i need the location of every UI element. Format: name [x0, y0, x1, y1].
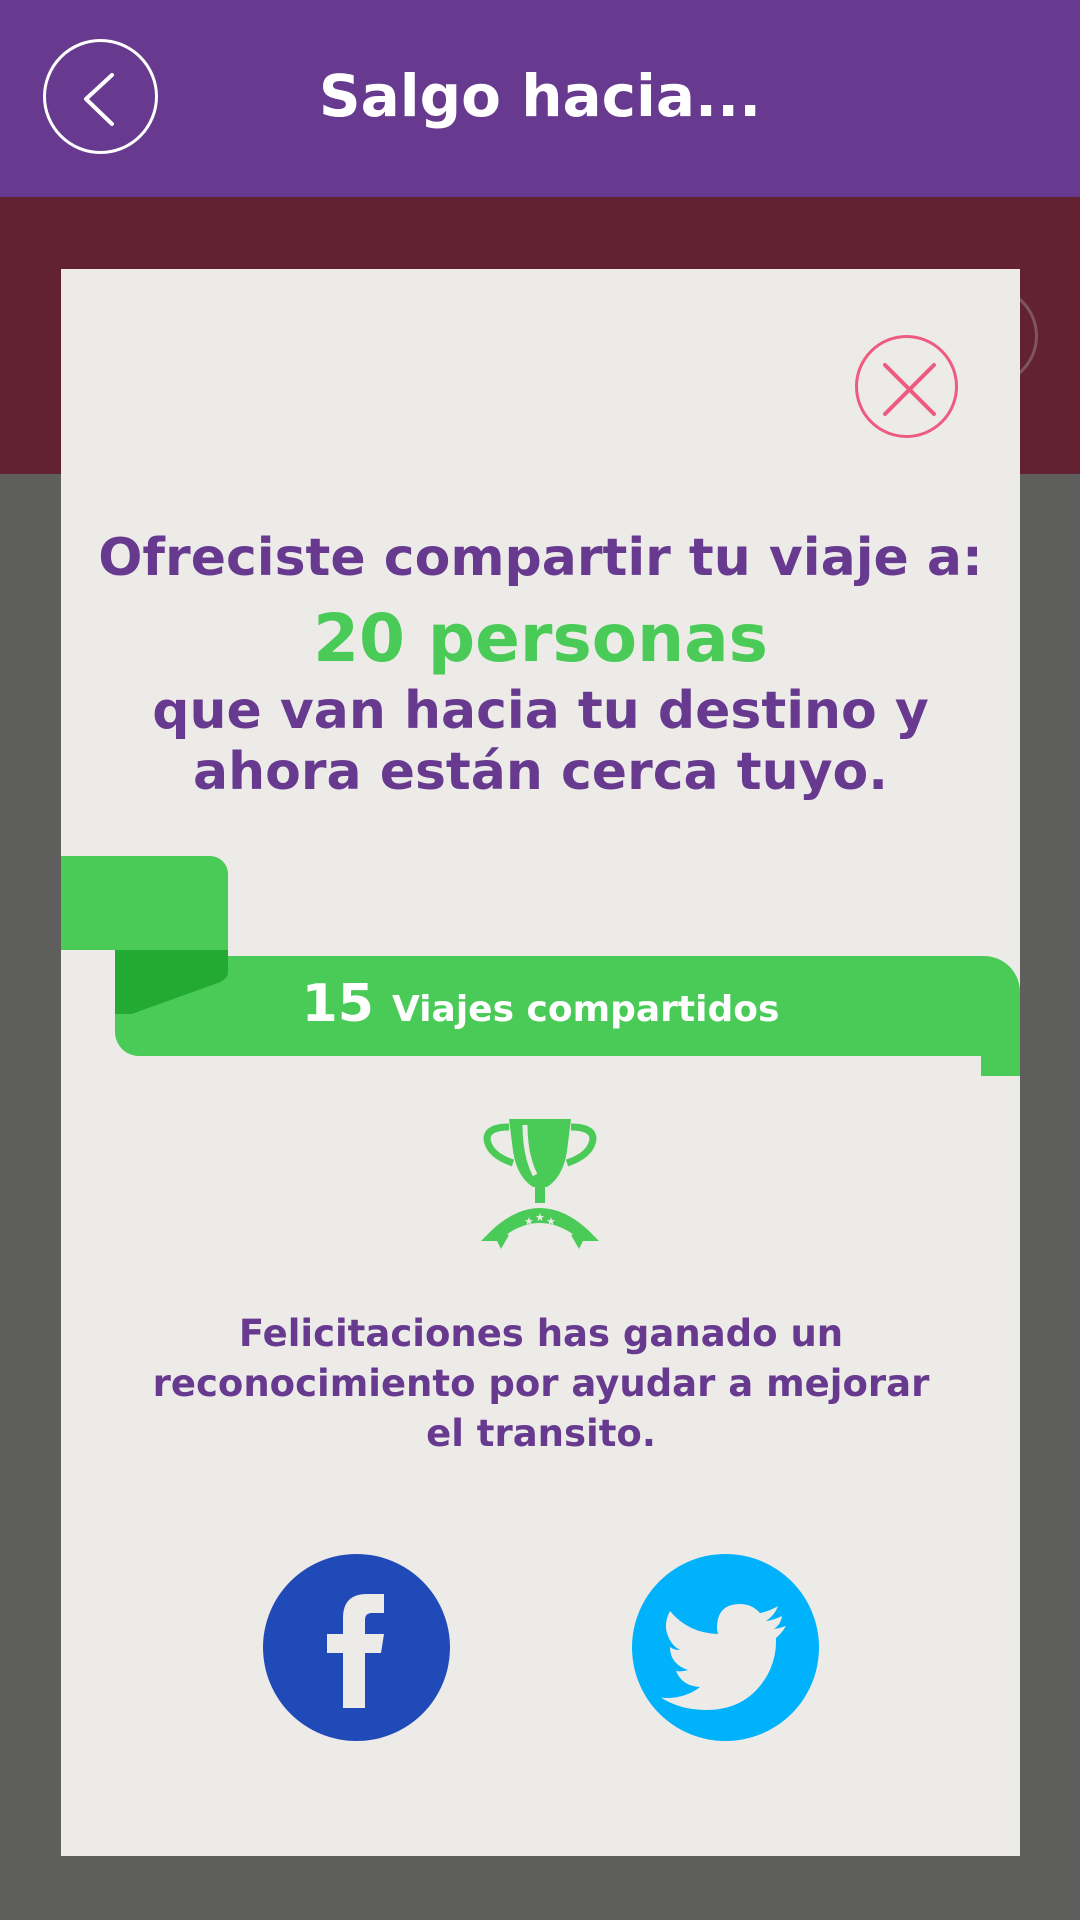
top-bar: Salgo hacia... — [0, 0, 1080, 197]
back-button[interactable] — [43, 39, 158, 154]
ribbon-text: 15 Viajes compartidos — [61, 974, 1020, 1046]
twitter-icon — [660, 1604, 786, 1710]
ribbon-tab — [61, 856, 228, 950]
twitter-share-button[interactable] — [632, 1554, 819, 1741]
headline: Ofreciste compartir tu viaje a: — [98, 528, 983, 588]
facebook-share-button[interactable] — [263, 1554, 450, 1741]
trophy-icon: ★ ★ ★ — [481, 1119, 599, 1249]
page-title: Salgo hacia... — [318, 62, 762, 130]
svg-text:★: ★ — [524, 1215, 534, 1228]
description-line: ahora están cerca tuyo. — [193, 742, 888, 802]
achievement-modal: Ofreciste compartir tu viaje a: 20 perso… — [61, 269, 1020, 1856]
shared-trips-count: 15 — [301, 974, 374, 1034]
close-button[interactable] — [855, 335, 958, 438]
description-line: que van hacia tu destino y — [152, 681, 929, 741]
svg-text:★: ★ — [546, 1215, 556, 1228]
facebook-icon — [327, 1594, 384, 1708]
description: que van hacia tu destino y ahora están c… — [61, 681, 1020, 803]
svg-text:★: ★ — [535, 1211, 545, 1224]
ribbon-tail — [981, 1054, 1020, 1076]
chevron-left-icon — [84, 73, 114, 126]
close-icon — [883, 363, 936, 416]
shared-trips-label: Viajes compartidos — [391, 989, 780, 1030]
congrats-message: Felicitaciones has ganado un reconocimie… — [152, 1312, 930, 1455]
people-count: 20 personas — [313, 600, 768, 677]
